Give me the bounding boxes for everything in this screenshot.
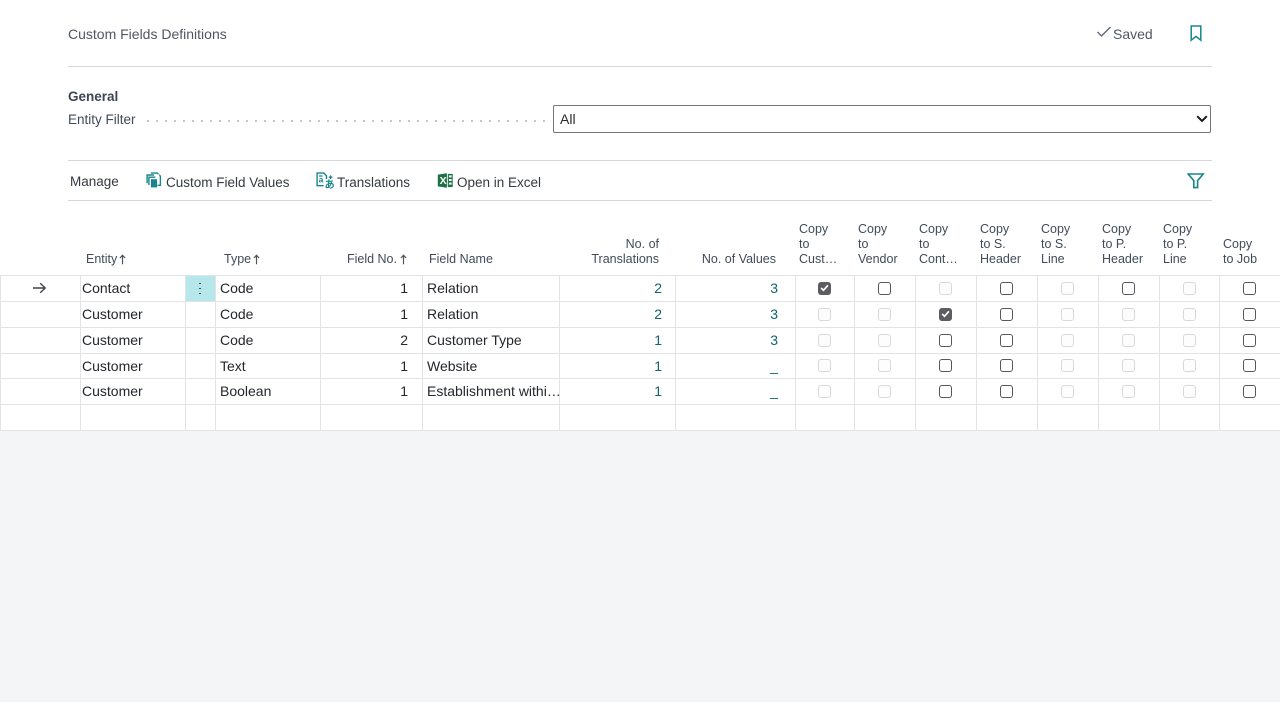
svg-text:X: X [440,175,447,187]
svg-text:あ: あ [325,178,334,189]
svg-text:a: a [319,175,324,185]
